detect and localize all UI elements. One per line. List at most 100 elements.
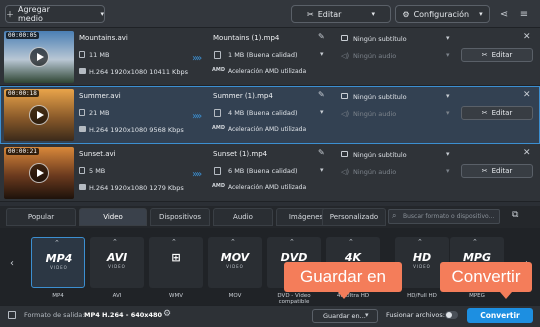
rename-pencil-icon[interactable]: ✎ [318, 90, 325, 99]
video-thumbnail[interactable]: 00:00:21 [4, 147, 74, 199]
add-media-label: Agregar medio [18, 5, 50, 23]
video-thumbnail[interactable]: 00:00:05 [4, 31, 74, 83]
join-files-label: Fusionar archivos: [386, 311, 445, 319]
tab-video[interactable]: Video [79, 208, 147, 226]
edit-menu-button[interactable]: ✂ Editar ▾ [291, 5, 391, 23]
format-label: 4K Ultra HD [336, 293, 370, 299]
close-icon[interactable]: ✕ [523, 148, 531, 158]
format-label: HD/Full HD [407, 293, 437, 299]
format-tile[interactable]: ⌃ MP4 VIDEO [31, 237, 85, 288]
chevron-up-icon: ⌃ [54, 239, 60, 247]
convert-callout: Convertir [440, 262, 532, 299]
file-icon [79, 109, 85, 116]
settings-icon: ⚙ [402, 9, 410, 19]
file-icon [214, 51, 221, 59]
file-row[interactable]: 00:00:18 Summer.avi 21 MB H.264 1920x108… [0, 86, 540, 144]
chevron-down-icon: ▾ [446, 92, 450, 100]
menu-icon[interactable]: ≡ [516, 5, 532, 23]
chevron-down-icon: ▾ [446, 167, 450, 175]
tab-custom[interactable]: Personalizado [322, 208, 386, 226]
output-format-value[interactable]: MP4 H.264 - 640x480 [84, 311, 162, 319]
save-to-callout: Guardar en [284, 262, 402, 299]
file-icon [214, 109, 221, 117]
file-row[interactable]: 00:00:05 Mountains.avi 11 MB H.264 1920x… [0, 28, 540, 86]
source-file-size: 5 MB [89, 167, 106, 175]
video-info-icon [79, 184, 86, 190]
edit-button[interactable]: ✂ Editar [461, 48, 533, 62]
source-file-size: 11 MB [89, 51, 110, 59]
chevron-left-icon[interactable]: ‹ [10, 258, 14, 269]
video-thumbnail[interactable]: 00:00:18 [4, 89, 74, 141]
video-info-icon [79, 68, 86, 74]
audio-icon: ◁) [341, 52, 350, 60]
export-icon[interactable]: ⧉ [512, 210, 518, 220]
duration-badge: 00:00:18 [6, 90, 39, 97]
gear-icon[interactable]: ⚙ [163, 309, 171, 319]
duration-badge: 00:00:05 [6, 32, 39, 39]
format-tile[interactable]: ⌃ MOV VIDEO [208, 237, 262, 288]
rename-pencil-icon[interactable]: ✎ [318, 32, 325, 41]
chevron-down-icon[interactable]: ▾ [320, 166, 324, 174]
settings-menu-button[interactable]: ⚙ Configuración ▾ [395, 5, 490, 23]
source-video-info: H.264 1920x1080 10411 Kbps [89, 68, 188, 76]
output-file-size[interactable]: 6 MB (Buena calidad) [228, 167, 298, 175]
chevron-down-icon[interactable]: ▾ [320, 108, 324, 116]
close-icon[interactable]: ✕ [523, 32, 531, 42]
convert-button[interactable]: Convertir [467, 308, 533, 323]
audio-dropdown[interactable]: Ningún audio [337, 49, 457, 62]
chevron-down-icon: ▾ [365, 311, 369, 319]
convert-arrow-icon: »» [192, 169, 202, 180]
play-icon[interactable] [29, 163, 49, 183]
chevron-down-icon: ▾ [446, 51, 450, 59]
format-logo: ⊞ [171, 251, 181, 264]
settings-menu-label: Configuración [413, 9, 470, 19]
chevron-up-icon: ⌃ [348, 238, 354, 246]
tab-audio[interactable]: Audio [213, 208, 273, 226]
edit-button[interactable]: ✂ Editar [461, 106, 533, 120]
file-icon [214, 167, 221, 175]
source-file-name: Sunset.avi [79, 150, 116, 158]
format-label: DVD - Vídeo compatible [277, 293, 311, 305]
scissors-icon: ✂ [481, 167, 488, 175]
format-logo: MP4 VIDEO [45, 252, 73, 270]
hardware-acceleration-label: Aceleración AMD utilizada [228, 126, 307, 133]
source-file-name: Summer.avi [79, 92, 121, 100]
audio-icon: ◁) [341, 110, 350, 118]
chevron-down-icon: ▾ [446, 34, 450, 42]
amd-logo-icon: AMD [212, 125, 225, 131]
chevron-up-icon: ⌃ [417, 238, 423, 246]
format-label: MP4 [52, 293, 64, 299]
subtitle-dropdown[interactable]: Ningún subtítulo [337, 148, 457, 161]
video-info-icon [79, 126, 86, 132]
format-tile[interactable]: ⌃ ⊞ [149, 237, 203, 288]
subtitle-icon [341, 35, 348, 41]
subtitle-dropdown[interactable]: Ningún subtítulo [337, 32, 457, 45]
format-tile[interactable]: ⌃ AVI VIDEO [90, 237, 144, 288]
play-icon[interactable] [29, 105, 49, 125]
audio-dropdown[interactable]: Ningún audio [337, 165, 457, 178]
add-media-button[interactable]: ＋ Agregar medio ▾ [5, 5, 105, 23]
output-file-size[interactable]: 4 MB (Buena calidad) [228, 109, 298, 117]
rename-pencil-icon[interactable]: ✎ [318, 148, 325, 157]
subtitle-icon [341, 151, 348, 157]
format-label: AVI [112, 293, 122, 299]
share-icon[interactable]: ⋖ [496, 5, 512, 23]
search-icon: ⌕ [392, 211, 397, 220]
audio-dropdown[interactable]: Ningún audio [337, 107, 457, 120]
output-format-label: Formato de salida: [24, 311, 85, 319]
subtitle-dropdown[interactable]: Ningún subtítulo [337, 90, 457, 103]
chevron-up-icon: ⌃ [230, 238, 236, 246]
source-video-info: H.264 1920x1080 9568 Kbps [89, 126, 184, 134]
chevron-down-icon[interactable]: ▾ [320, 50, 324, 58]
join-files-toggle[interactable] [445, 311, 458, 319]
output-file-size[interactable]: 1 MB (Buena calidad) [228, 51, 298, 59]
file-row[interactable]: 00:00:21 Sunset.avi 5 MB H.264 1920x1080… [0, 144, 540, 202]
edit-button-label: Editar [491, 51, 513, 59]
scissors-icon: ✂ [481, 51, 488, 59]
tab-popular[interactable]: Popular [6, 208, 76, 226]
edit-button[interactable]: ✂ Editar [461, 164, 533, 178]
close-icon[interactable]: ✕ [523, 90, 531, 100]
format-search-input[interactable]: Buscar formato o dispositivo... [388, 209, 500, 224]
tab-devices[interactable]: Dispositivos [150, 208, 210, 226]
play-icon[interactable] [29, 47, 49, 67]
